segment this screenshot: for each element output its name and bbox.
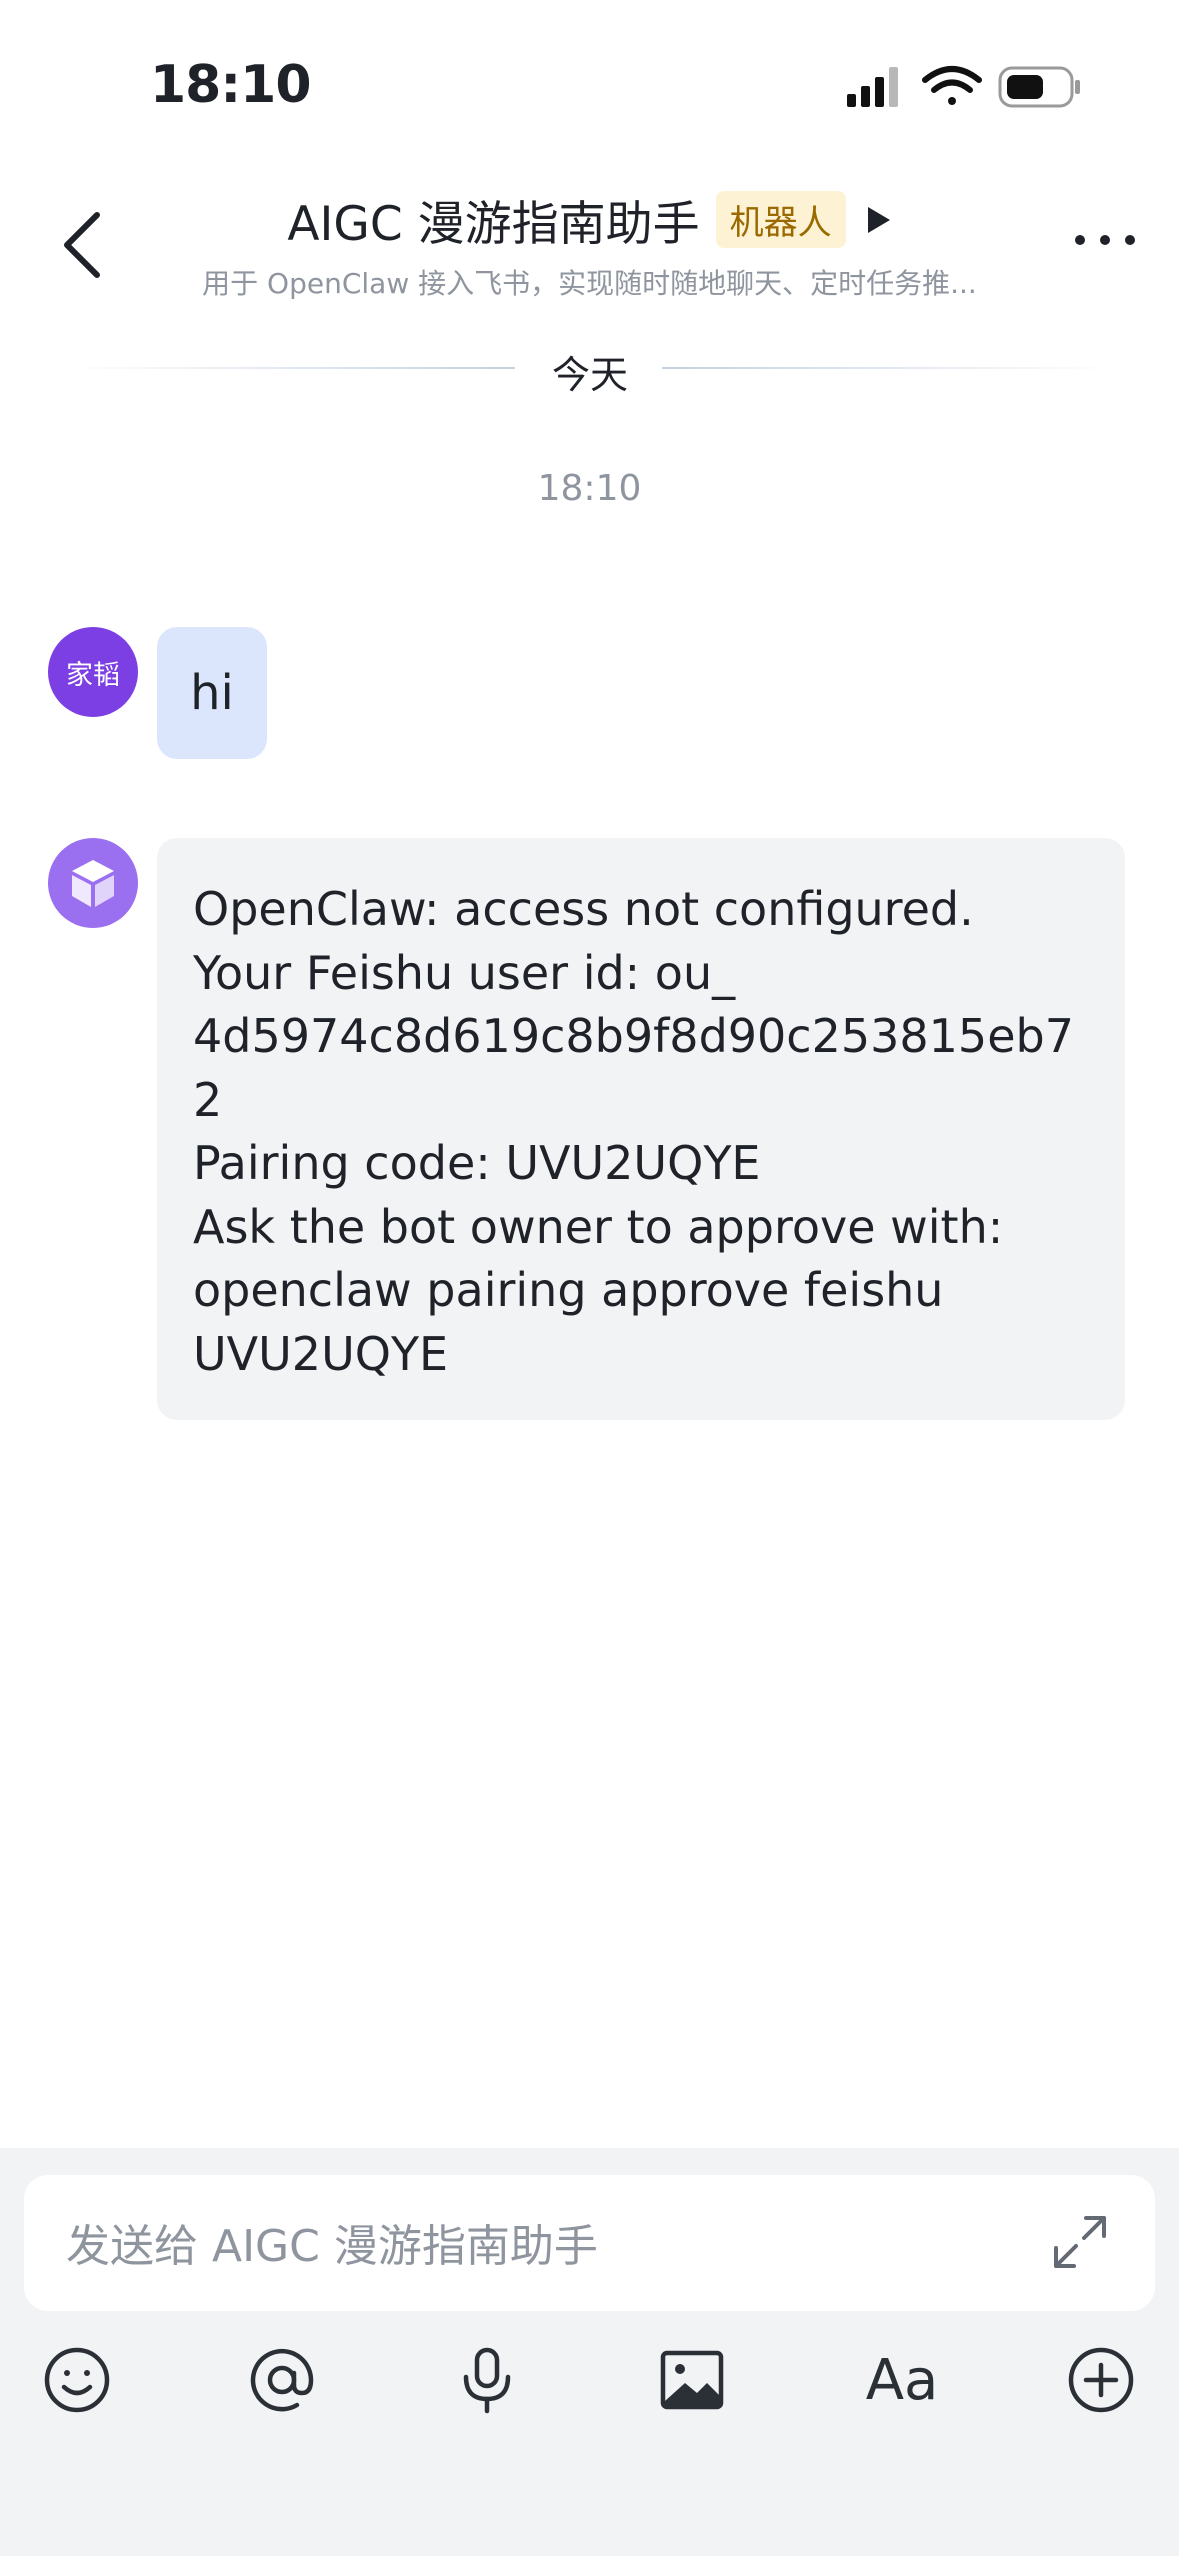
user-message-bubble[interactable]: hi: [157, 627, 267, 759]
user-avatar[interactable]: 家韬: [48, 627, 138, 717]
more-dots-icon: [1075, 235, 1135, 245]
status-time: 18:10: [150, 55, 312, 115]
emoji-icon: [44, 2347, 110, 2413]
bot-avatar[interactable]: [48, 838, 138, 928]
expand-icon: [1054, 2216, 1106, 2268]
bot-message-line: Pairing code: UVU2UQYE: [193, 1136, 761, 1190]
bot-message-line: UVU2UQYE: [193, 1326, 449, 1381]
status-icons: [847, 66, 1080, 108]
bot-message-bubble[interactable]: OpenClaw: access not configured. Your Fe…: [157, 838, 1125, 1420]
divider-line-right: [662, 367, 1117, 369]
chat-title-row[interactable]: AIGC 漫游指南助手 机器人: [0, 185, 1179, 254]
battery-icon: [998, 66, 1080, 108]
wifi-icon: [922, 66, 982, 105]
cellular-signal-icon: [847, 67, 898, 107]
bot-message-line: 2: [193, 1072, 223, 1127]
image-button[interactable]: [657, 2345, 727, 2415]
bot-message-line: Your Feishu user id: ou_: [193, 945, 736, 1000]
caret-right-icon: [867, 206, 890, 233]
message-input-placeholder: 发送给 AIGC 漫游指南助手: [66, 2221, 598, 2272]
date-divider-label: 今天: [551, 353, 628, 397]
text-format-label: Aa: [865, 2347, 939, 2413]
at-sign-icon: [250, 2348, 314, 2412]
voice-button[interactable]: [452, 2345, 522, 2415]
plus-circle-icon: [1068, 2347, 1134, 2413]
user-message-text: hi: [190, 665, 234, 721]
cube-icon: [72, 860, 114, 907]
bot-message-line: 4d5974c8d619c8b9f8d90c253815eb7: [193, 1009, 1074, 1063]
bot-message-line: Ask the bot owner to approve with:: [193, 1199, 1004, 1254]
add-button[interactable]: [1066, 2345, 1136, 2415]
chat-title: AIGC 漫游指南助手: [287, 197, 700, 252]
image-icon: [660, 2350, 724, 2410]
bot-message-line: openclaw pairing approve feishu: [193, 1263, 944, 1317]
mention-button[interactable]: [247, 2345, 317, 2415]
text-format-button[interactable]: Aa: [857, 2345, 947, 2415]
bot-badge: 机器人: [715, 191, 846, 248]
microphone-icon: [463, 2347, 511, 2414]
message-timestamp: 18:10: [537, 468, 642, 509]
emoji-button[interactable]: [42, 2345, 112, 2415]
expand-input-button[interactable]: [1050, 2212, 1110, 2272]
more-options-button[interactable]: [1070, 225, 1140, 255]
chat-subtitle[interactable]: 用于 OpenClaw 接入飞书，实现随时随地聊天、定时任务推...: [0, 262, 1179, 302]
divider-line-left: [65, 367, 515, 369]
bot-message-line: OpenClaw: access not configured.: [193, 882, 974, 936]
